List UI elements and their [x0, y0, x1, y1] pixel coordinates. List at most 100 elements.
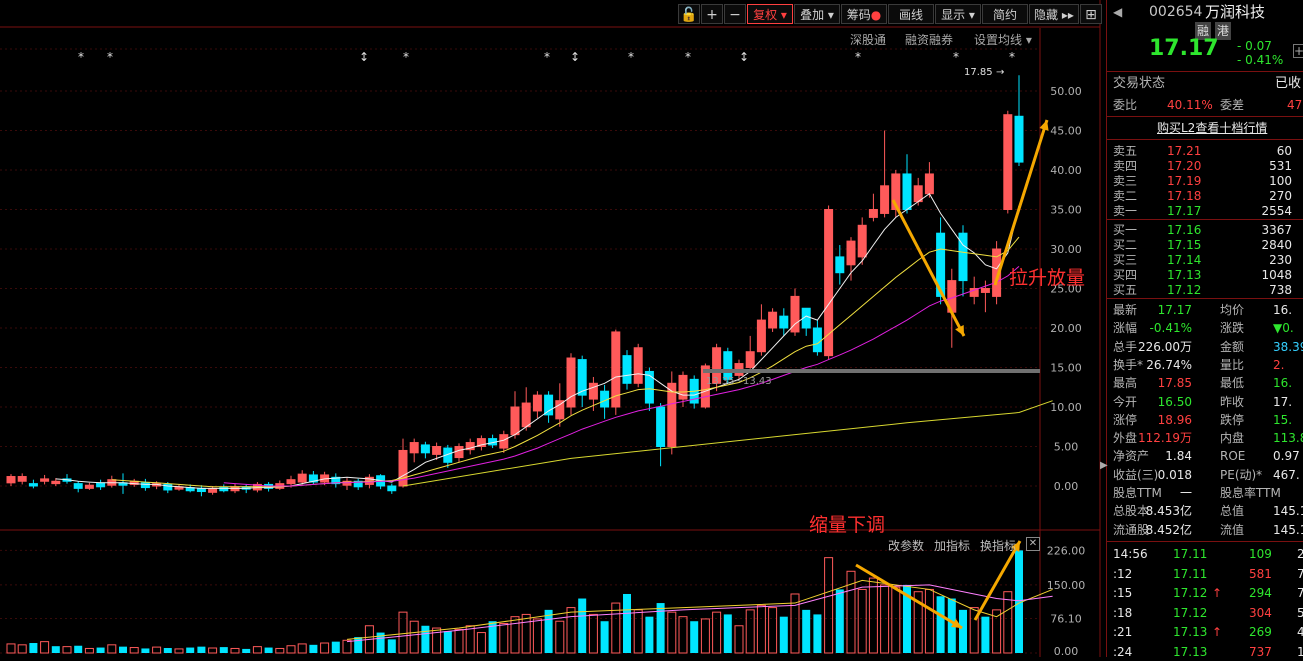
quote-row: 总手226.00万 金额 38.39: [1107, 338, 1303, 356]
volume-bar: [320, 642, 330, 654]
fuquan-button[interactable]: 复权 ▾: [747, 4, 793, 24]
margin-link[interactable]: 融资融券: [905, 31, 953, 48]
volume-tick-label: 0.00: [1054, 645, 1079, 657]
event-marker: *: [403, 50, 409, 64]
lock-icon[interactable]: 🔓: [678, 4, 700, 24]
candle: [980, 288, 990, 293]
volume-bar: [186, 647, 195, 653]
y-tick-label: 0.00: [1054, 480, 1079, 493]
volume-bar: [802, 609, 811, 653]
y-tick-label: 30.00: [1050, 243, 1082, 256]
stat-value: 18.96: [1157, 412, 1192, 427]
grid-icon[interactable]: ⊞: [1080, 4, 1102, 24]
ma-settings-link[interactable]: 设置均线 ▾: [974, 31, 1032, 48]
volume-bar: [409, 620, 419, 654]
y-tick-label: 15.00: [1050, 362, 1082, 375]
volume-bar: [74, 645, 83, 653]
close-icon[interactable]: ✕: [1026, 537, 1040, 551]
buy-l2-link[interactable]: 购买L2查看十档行情: [1157, 119, 1267, 137]
volume-bar: [309, 644, 318, 653]
volume-bar: [275, 647, 285, 654]
candle: [387, 485, 397, 492]
volume-bar: [286, 645, 296, 654]
volume-bar: [959, 609, 967, 653]
volume-bar: [768, 607, 778, 654]
event-marker: *: [855, 50, 861, 64]
collapse-arrow-icon[interactable]: ▶: [1100, 460, 1108, 471]
stock-name: 万润科技: [1205, 3, 1266, 21]
kline-chart[interactable]: 50.0045.0040.0035.0030.0025.0020.0015.00…: [0, 0, 1106, 657]
up-trend-arrow-head: [1039, 120, 1049, 131]
edit-params-link[interactable]: 改参数: [888, 537, 924, 554]
switch-indicator-link[interactable]: 换指标: [980, 537, 1016, 554]
stat-value: 17.17: [1157, 303, 1192, 317]
volume-bar: [723, 614, 732, 653]
quote-row: 流通股8.452亿 流值 145.1: [1107, 521, 1303, 539]
volume-bar: [443, 631, 452, 653]
stat-value: ▼0.: [1273, 321, 1294, 336]
volume-bar: [119, 646, 127, 653]
support-band: [703, 369, 1040, 373]
stat-label: 今开: [1113, 394, 1138, 409]
stat-value: 16.: [1273, 376, 1293, 391]
low-price-label: 13.35~13.43: [706, 376, 772, 387]
stat-label: ROE: [1220, 449, 1246, 464]
quote-row: 总股本8.453亿 总值 145.1: [1107, 502, 1303, 520]
candle: [555, 400, 565, 420]
annotation-pull-up: 拉升放量: [1009, 267, 1086, 289]
zoom-out-icon[interactable]: −: [724, 4, 746, 24]
stat-value: 16.50: [1157, 394, 1192, 409]
y-tick-label: 20.00: [1050, 322, 1082, 335]
volume-bar: [96, 647, 105, 653]
volume-bar: [297, 643, 307, 654]
volume-bar: [981, 616, 990, 653]
annotation-shrink-down: 缩量下调: [809, 514, 886, 536]
candle: [924, 173, 934, 195]
sgt-link[interactable]: 深股通: [850, 31, 886, 48]
volume-bar: [17, 644, 27, 654]
volume-bar: [129, 647, 139, 654]
event-marker: *: [544, 50, 550, 64]
stock-code: 002654: [1149, 4, 1203, 20]
stat-label: 净资产: [1113, 449, 1150, 464]
volume-bar: [734, 625, 744, 654]
tick-time: 14:56: [1113, 547, 1148, 561]
hide-button[interactable]: 隐藏 ▸▸: [1029, 4, 1079, 24]
stat-label: 最低: [1220, 376, 1245, 391]
candle: [420, 444, 430, 454]
event-marker: *: [1009, 50, 1015, 64]
stat-value: 8.452亿: [1145, 522, 1192, 537]
candle: [28, 483, 38, 487]
tick-time: :21: [1113, 625, 1133, 639]
ask-label: 卖一: [1113, 204, 1138, 218]
quote-row: 涨停 18.96 跌停 15.: [1107, 411, 1303, 429]
stat-value: 26.74%: [1146, 357, 1192, 372]
zoom-in-icon[interactable]: +: [701, 4, 723, 24]
volume-bar: [924, 588, 934, 654]
display-button[interactable]: 显示 ▾: [935, 4, 981, 24]
overlay-button[interactable]: 叠加 ▾: [794, 4, 840, 24]
y-tick-label: 10.00: [1050, 401, 1082, 414]
weibi-value: 40.11%: [1167, 98, 1213, 112]
weibi-label: 委比: [1113, 98, 1138, 112]
quote-row: 今开 16.50 昨收 17.: [1107, 393, 1303, 411]
add-icon[interactable]: +: [1293, 44, 1303, 58]
volume-bar: [936, 596, 945, 653]
stat-label: 内盘: [1220, 431, 1245, 446]
volume-bar: [51, 646, 60, 653]
candle: [454, 446, 464, 459]
stat-label: 跌停: [1220, 412, 1245, 427]
draw-line-button[interactable]: 画线: [888, 4, 934, 24]
simple-button[interactable]: 简约: [982, 4, 1028, 24]
stat-value: 17.85: [1157, 376, 1192, 391]
tick-count: 2: [1297, 547, 1303, 561]
volume-bar: [779, 616, 788, 653]
add-indicator-link[interactable]: 加指标: [934, 537, 970, 554]
quote-row: 换手* 26.74% 量比 2.: [1107, 356, 1303, 374]
chip-button[interactable]: 筹码●: [841, 4, 887, 24]
volume-tick-label: 76.10: [1050, 612, 1082, 625]
candle: [745, 351, 755, 369]
tick-volume: 269: [1249, 625, 1272, 639]
candle: [51, 480, 61, 485]
prev-stock-icon[interactable]: ◀: [1113, 3, 1122, 21]
